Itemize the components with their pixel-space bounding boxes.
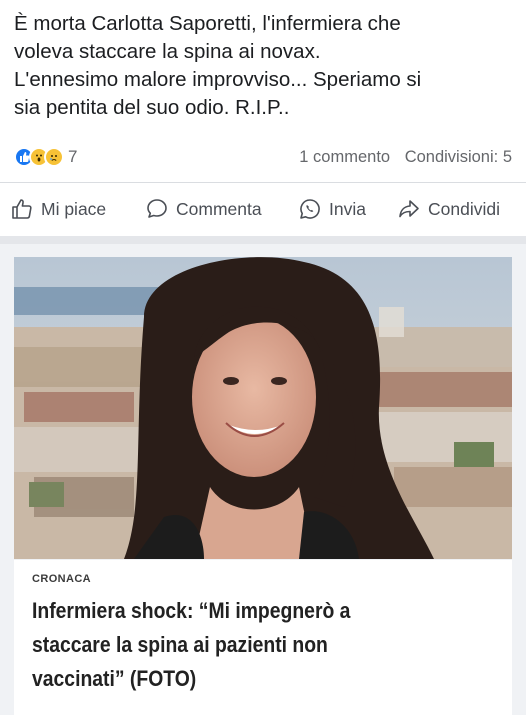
action-bar: Mi piace Commenta Invia Condividi [0, 190, 526, 228]
article-photo [14, 257, 512, 559]
send-label: Invia [329, 198, 366, 219]
reactions-summary[interactable]: 7 [14, 146, 77, 168]
link-preview-body: CRONACA Infermiera shock: “Mi impegnerò … [14, 560, 512, 715]
post-text-line: L'ennesimo malore improvviso... Speriamo… [14, 68, 422, 91]
post-text-line: voleva staccare la spina ai novax. [14, 40, 321, 63]
engagement-counts: 1 commento Condivisioni: 5 [299, 146, 512, 168]
speech-bubble-icon [147, 199, 167, 218]
like-label: Mi piace [41, 198, 107, 219]
post-text: È morta Carlotta Saporetti, l'infermiera… [14, 10, 514, 122]
headline-line: staccare la spina ai pazienti non [32, 632, 328, 657]
share-label: Condividi [428, 198, 500, 219]
comment-label: Commenta [176, 198, 262, 219]
sad-reaction-icon [44, 147, 64, 167]
thumbs-up-icon [12, 199, 32, 219]
comment-count[interactable]: 1 commento [299, 148, 390, 166]
post-text-line: sia pentita del suo odio. R.I.P.. [14, 96, 290, 119]
article-category: CRONACA [32, 573, 92, 585]
share-arrow-icon [399, 200, 419, 218]
link-preview-card[interactable]: CRONACA Infermiera shock: “Mi impegnerò … [0, 244, 526, 715]
headline-line: vaccinati” (FOTO) [32, 666, 197, 691]
share-count[interactable]: Condivisioni: 5 [405, 148, 512, 166]
send-button[interactable]: Invia [298, 190, 366, 228]
reaction-count: 7 [68, 147, 78, 166]
feed-separator [0, 236, 526, 244]
post-text-line: È morta Carlotta Saporetti, l'infermiera… [14, 12, 401, 35]
whatsapp-icon [300, 199, 320, 219]
divider [0, 182, 526, 183]
share-button[interactable]: Condividi [397, 190, 500, 228]
comment-button[interactable]: Commenta [145, 190, 262, 228]
headline-line: Infermiera shock: “Mi impegnerò a [32, 598, 351, 623]
post-stats: 7 1 commento Condivisioni: 5 [14, 146, 514, 168]
like-button[interactable]: Mi piace [10, 190, 106, 228]
article-headline[interactable]: Infermiera shock: “Mi impegnerò a stacca… [32, 594, 446, 696]
